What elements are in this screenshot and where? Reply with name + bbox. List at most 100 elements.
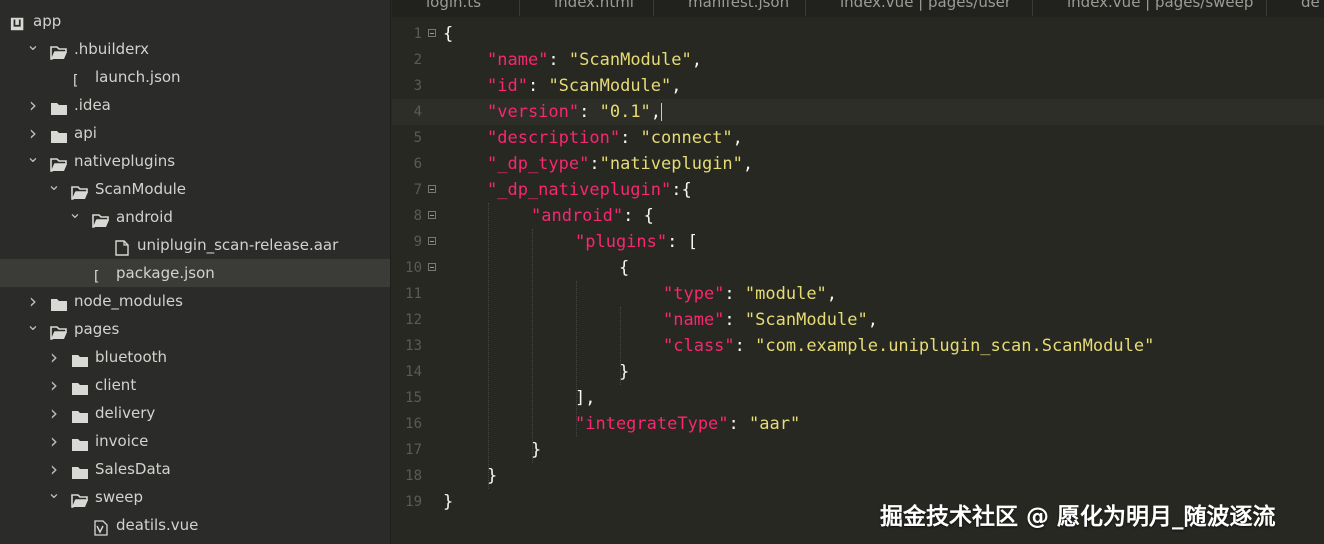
tree-item[interactable]: deatils.vue — [0, 511, 390, 539]
json-string: "ScanModule" — [548, 76, 672, 96]
chevron-down-icon[interactable]: ⌄ — [68, 203, 82, 231]
code-text: { — [619, 255, 629, 281]
editor-tab[interactable]: de — [1267, 0, 1324, 16]
editor-tab[interactable]: login.ts — [392, 0, 520, 16]
tree-item[interactable]: › client — [0, 371, 390, 399]
json-punctuation: , — [867, 310, 878, 330]
chevron-right-icon[interactable]: › — [47, 399, 61, 427]
json-punctuation: : — [527, 76, 549, 96]
fold-toggle-icon[interactable] — [428, 29, 436, 37]
code-text: "class": "com.example.uniplugin_scan.Sca… — [663, 333, 1154, 359]
editor-tab[interactable]: index.vue | pages/user — [806, 0, 1033, 16]
tree-item[interactable]: ⌄ sweep — [0, 483, 390, 511]
json-key: "android" — [531, 206, 624, 226]
json-punctuation: { — [619, 258, 630, 278]
folder-icon — [50, 125, 68, 143]
json-key: "name" — [487, 50, 549, 70]
editor-tab[interactable]: index.vue | pages/sweep — [1033, 0, 1267, 16]
json-punctuation: , — [650, 102, 662, 122]
json-key: "description" — [487, 128, 621, 148]
tree-item[interactable]: › invoice — [0, 427, 390, 455]
json-string: "0.1" — [599, 102, 651, 122]
json-string: "connect" — [640, 128, 733, 148]
json-punctuation: : [ — [667, 232, 698, 252]
fold-toggle-icon[interactable] — [428, 185, 436, 193]
tree-item[interactable]: app — [0, 7, 390, 35]
tree-item[interactable]: › node_modules — [0, 287, 390, 315]
fold-toggle-icon[interactable] — [428, 237, 436, 245]
tree-item[interactable]: ⌄ android — [0, 203, 390, 231]
code-text: } — [443, 489, 453, 515]
code-editor[interactable]: 1{2 "name": "ScanModule", 3 "id": "ScanModu… — [392, 17, 1324, 544]
chevron-down-icon[interactable]: ⌄ — [26, 147, 40, 175]
tree-item[interactable]: › bluetooth — [0, 343, 390, 371]
code-text: "id": "ScanModule", — [487, 73, 682, 99]
code-line[interactable]: 8 "android": { — [392, 203, 1324, 229]
code-line[interactable]: 7 "_dp_nativeplugin":{ — [392, 177, 1324, 203]
tree-item-label: ScanModule — [95, 180, 187, 198]
tree-item-label: .hbuilderx — [74, 40, 150, 58]
chevron-down-icon[interactable]: ⌄ — [47, 483, 61, 511]
folder-open-icon — [71, 489, 89, 508]
json-key: "integrateType" — [575, 414, 729, 434]
tree-item[interactable]: ⌄ ScanModule — [0, 175, 390, 203]
folder-open-icon — [50, 41, 68, 60]
tree-item-label: android — [116, 208, 173, 226]
chevron-right-icon[interactable]: › — [47, 343, 61, 371]
fold-toggle-icon[interactable] — [428, 263, 436, 271]
project-icon — [10, 13, 28, 31]
code-line[interactable]: 2 "name": "ScanModule", — [392, 47, 1324, 73]
tree-item[interactable]: › .idea — [0, 91, 390, 119]
tree-item[interactable]: [ ] package.json — [0, 259, 390, 287]
indent-guide — [620, 307, 621, 385]
code-line[interactable]: 4 "version": "0.1", — [392, 99, 1324, 125]
code-line[interactable]: 1{ — [392, 21, 1324, 47]
folder-open-icon — [92, 209, 110, 228]
file-icon — [113, 237, 131, 256]
tree-item[interactable]: › SalesData — [0, 455, 390, 483]
fold-toggle-icon[interactable] — [428, 211, 436, 219]
folder-icon — [71, 349, 89, 367]
tree-item[interactable]: › delivery — [0, 399, 390, 427]
code-line[interactable]: 5 "description": "connect", — [392, 125, 1324, 151]
json-punctuation: , — [671, 76, 682, 96]
chevron-down-icon[interactable]: ⌄ — [26, 35, 40, 63]
folder-open-icon — [50, 153, 68, 172]
tree-item-label: api — [74, 124, 97, 142]
chevron-right-icon[interactable]: › — [26, 287, 40, 315]
code-line[interactable]: 18} — [392, 463, 1324, 489]
editor-tab[interactable]: manifest.json — [654, 0, 806, 16]
tree-item[interactable]: [ ] launch.json — [0, 63, 390, 91]
json-punctuation: : — [589, 154, 600, 174]
tree-item[interactable]: uniplugin_scan-release.aar — [0, 231, 390, 259]
json-key: "version" — [487, 102, 580, 122]
chevron-right-icon[interactable]: › — [26, 91, 40, 119]
editor-tab[interactable]: index.html — [520, 0, 654, 16]
json-key: "name" — [663, 310, 725, 330]
editor-tab-bar: login.ts index.html manifest.json index.vue… — [392, 0, 1324, 17]
svg-text:[ ]: [ ] — [71, 73, 89, 88]
line-number: 13 — [405, 338, 422, 354]
indent-guide — [532, 229, 533, 463]
line-number: 1 — [413, 26, 422, 42]
tree-item-label: app — [33, 12, 62, 30]
tree-item-label: client — [95, 376, 137, 394]
line-number: 10 — [405, 260, 422, 276]
line-number: 8 — [413, 208, 422, 224]
tree-item[interactable]: ⌄ .hbuilderx — [0, 35, 390, 63]
folder-open-icon — [50, 321, 68, 340]
json-punctuation: : — [724, 284, 745, 304]
chevron-right-icon[interactable]: › — [47, 371, 61, 399]
chevron-right-icon[interactable]: › — [26, 119, 40, 147]
chevron-down-icon[interactable]: ⌄ — [26, 315, 40, 343]
tree-item[interactable]: ⌄ pages — [0, 315, 390, 343]
indent-guide — [488, 203, 489, 489]
chevron-right-icon[interactable]: › — [47, 427, 61, 455]
tree-item[interactable]: › api — [0, 119, 390, 147]
chevron-right-icon[interactable]: › — [47, 455, 61, 483]
code-line[interactable]: 6 "_dp_type":"nativeplugin", — [392, 151, 1324, 177]
tree-item[interactable]: ⌄ nativeplugins — [0, 147, 390, 175]
code-line[interactable]: 3 "id": "ScanModule", — [392, 73, 1324, 99]
json-key: "plugins" — [575, 232, 668, 252]
chevron-down-icon[interactable]: ⌄ — [47, 175, 61, 203]
